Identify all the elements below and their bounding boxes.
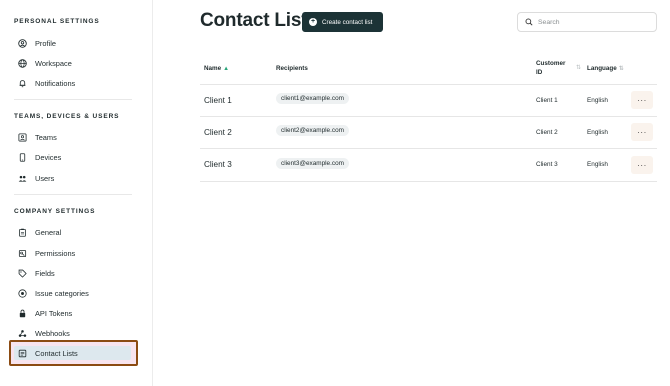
webhook-icon [18, 329, 27, 338]
search-icon [525, 18, 533, 26]
sort-icon: ⇅ [618, 66, 624, 72]
sidebar-item-notifications[interactable]: Notifications [14, 75, 132, 91]
sidebar-item-label: Fields [35, 268, 55, 278]
users-icon [18, 174, 27, 183]
row-name[interactable]: Client 3 [204, 160, 232, 169]
create-contact-list-button[interactable]: + Create contact list [302, 12, 383, 32]
sidebar-item-teams[interactable]: Teams [14, 129, 132, 145]
sidebar-item-label: Users [35, 173, 55, 183]
section-title-company: COMPANY SETTINGS [14, 208, 96, 215]
target-icon [18, 288, 27, 298]
user-circle-icon [18, 38, 27, 48]
sidebar-divider [14, 99, 132, 100]
column-header-language[interactable]: Language ⇅ [587, 64, 624, 74]
sort-asc-icon: ▲ [223, 66, 230, 72]
row-more-button[interactable]: ··· [631, 91, 653, 109]
sidebar-item-label: Workspace [35, 58, 72, 68]
sidebar-item-label: Profile [35, 38, 56, 48]
sidebar-item-label: API Tokens [35, 308, 73, 318]
table-header-divider [200, 84, 657, 85]
sidebar-item-label: Notifications [35, 78, 76, 88]
row-customer-id: Client 2 [536, 129, 558, 136]
row-customer-id: Client 3 [536, 161, 558, 168]
column-header-recipients: Recipients [276, 65, 308, 72]
plus-icon: + [309, 18, 317, 26]
sidebar-item-label: Webhooks [35, 328, 70, 338]
user-box-icon [18, 132, 27, 142]
sidebar-item-api-tokens[interactable]: API Tokens [14, 305, 132, 321]
column-header-customer-id[interactable]: Customer ID [536, 59, 565, 77]
sidebar-item-webhooks[interactable]: Webhooks [14, 325, 132, 341]
sidebar-item-label: Permissions [35, 248, 76, 258]
recipient-chip: client1@example.com [276, 93, 349, 104]
sidebar-item-workspace[interactable]: Workspace [14, 55, 132, 71]
sidebar-item-label: General [35, 227, 62, 237]
row-divider [200, 148, 657, 149]
create-button-label: Create contact list [322, 18, 373, 26]
sidebar-item-active-bg: Contact Lists [14, 346, 131, 360]
sidebar-item-permissions[interactable]: Permissions [14, 245, 132, 261]
sidebar-item-general[interactable]: General [14, 224, 132, 240]
search-input[interactable] [538, 18, 648, 26]
sidebar-item-contact-lists[interactable]: Contact Lists [9, 340, 138, 366]
phone-icon [18, 152, 27, 162]
sidebar-item-label: Issue categories [35, 288, 89, 298]
settings-sidebar: PERSONAL SETTINGS Profile Workspace Noti… [0, 0, 153, 386]
section-title-teams: TEAMS, DEVICES & USERS [14, 113, 120, 120]
section-title-personal: PERSONAL SETTINGS [14, 18, 100, 25]
sidebar-item-profile[interactable]: Profile [14, 35, 132, 51]
recipient-chip: client3@example.com [276, 158, 349, 169]
recipient-chip: client2@example.com [276, 125, 349, 136]
row-more-button[interactable]: ··· [631, 123, 653, 141]
globe-icon [18, 58, 27, 68]
sidebar-item-label: Devices [35, 152, 62, 162]
row-name[interactable]: Client 2 [204, 128, 232, 137]
row-language: English [587, 161, 608, 168]
row-language: English [587, 129, 608, 136]
key-icon [18, 249, 27, 258]
clipboard-icon [18, 228, 27, 237]
sidebar-item-label: Teams [35, 132, 57, 142]
contact-list-icon [18, 349, 27, 358]
sort-icon[interactable]: ⇅ [576, 64, 581, 71]
lock-icon [18, 309, 27, 318]
sidebar-divider [14, 194, 132, 195]
sidebar-item-issue-categories[interactable]: Issue categories [14, 285, 132, 301]
row-customer-id: Client 1 [536, 97, 558, 104]
column-header-name[interactable]: Name ▲ [204, 64, 229, 74]
row-divider [200, 181, 657, 182]
row-more-button[interactable]: ··· [631, 156, 653, 174]
page-title: Contact Lists [200, 10, 318, 31]
sidebar-item-devices[interactable]: Devices [14, 149, 132, 165]
row-language: English [587, 97, 608, 104]
sidebar-item-users[interactable]: Users [14, 170, 132, 186]
row-name[interactable]: Client 1 [204, 96, 232, 105]
bell-icon [18, 79, 27, 88]
row-divider [200, 116, 657, 117]
search-box[interactable] [517, 12, 657, 32]
sidebar-item-fields[interactable]: Fields [14, 265, 132, 281]
tag-icon [18, 269, 27, 278]
sidebar-item-label: Contact Lists [35, 348, 78, 358]
